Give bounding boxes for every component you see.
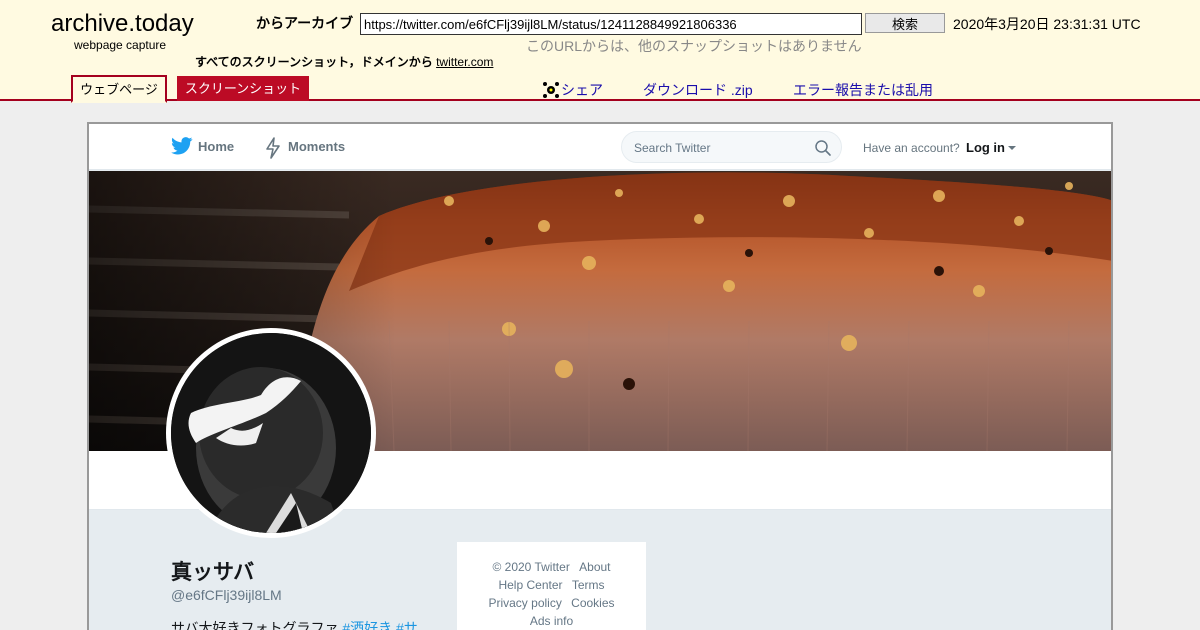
tab-screenshot[interactable]: スクリーンショット (177, 76, 309, 101)
footer-ads-link[interactable]: Ads info (530, 614, 573, 628)
avatar-photo (171, 333, 371, 533)
tab-webpage[interactable]: ウェブページ (71, 75, 167, 103)
chevron-down-icon[interactable] (1008, 146, 1016, 150)
profile-bio: サバ大好きフォトグラファ #酒好き #サ (171, 618, 418, 630)
domain-link[interactable]: twitter.com (436, 55, 493, 69)
footer-copyright: © 2020 Twitter (492, 560, 570, 574)
all-screenshots-label: すべてのスクリーンショット，ドメインから (195, 55, 433, 69)
avatar[interactable] (166, 328, 376, 538)
profile-bio-hashtags[interactable]: #酒好き #サ (342, 620, 417, 630)
archive-logo-subtitle: webpage capture (74, 38, 167, 52)
search-icon[interactable] (814, 139, 832, 157)
have-account-text: Have an account? (863, 141, 960, 155)
all-screenshots-from-domain: すべてのスクリーンショット，ドメインから twitter.com (195, 53, 493, 70)
archive-header: archive.today webpage capture からアーカイブ 検索… (0, 0, 1200, 103)
login-link[interactable]: Log in (966, 140, 1005, 155)
capture-timestamp: 2020年3月20日 23:31:31 UTC (953, 16, 1141, 32)
footer-about-link[interactable]: About (579, 560, 610, 574)
footer-terms-link[interactable]: Terms (572, 578, 605, 592)
search-button[interactable]: 検索 (865, 13, 945, 33)
share-link[interactable]: シェア (561, 80, 603, 100)
twitter-nav-bar: Home Moments Search Twitter Have an acco… (89, 124, 1111, 170)
no-other-snapshots-notice: このURLからは、他のスナップショットはありません (526, 38, 862, 54)
twitter-footer-links: © 2020 Twitter About Help Center Terms P… (457, 542, 646, 630)
twitter-search-box[interactable]: Search Twitter (621, 131, 842, 163)
archive-url-input[interactable] (360, 13, 862, 35)
footer-privacy-link[interactable]: Privacy policy (488, 596, 561, 610)
archive-logo[interactable]: archive.today (51, 10, 194, 38)
footer-help-link[interactable]: Help Center (498, 578, 562, 592)
profile-name[interactable]: 真ッサバ (171, 556, 254, 586)
profile-bio-text: サバ大好きフォトグラファ (171, 620, 339, 630)
twitter-search-placeholder: Search Twitter (634, 141, 711, 155)
nav-moments[interactable]: Moments (288, 139, 345, 154)
nav-home[interactable]: Home (198, 139, 234, 154)
share-icon[interactable] (543, 82, 559, 98)
profile-handle[interactable]: @e6fCFlj39ijl8LM (171, 587, 282, 603)
archived-page-frame: Home Moments Search Twitter Have an acco… (87, 122, 1113, 630)
moments-bolt-icon[interactable] (265, 137, 281, 159)
twitter-bird-icon[interactable] (171, 137, 193, 155)
download-zip-link[interactable]: ダウンロード .zip (643, 80, 753, 100)
report-error-link[interactable]: エラー報告または乱用 (793, 80, 933, 100)
footer-cookies-link[interactable]: Cookies (571, 596, 614, 610)
archive-from-label: からアーカイブ (256, 15, 354, 31)
